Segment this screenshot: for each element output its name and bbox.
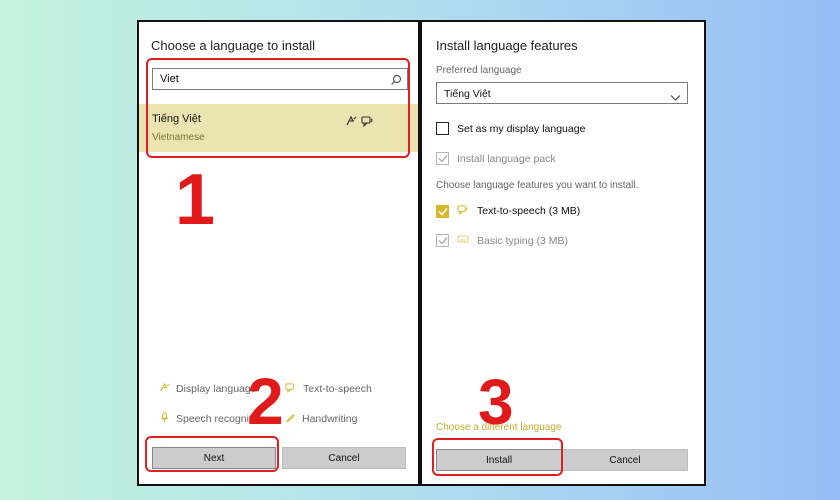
features-instruction: Choose language features you want to ins… xyxy=(436,180,639,191)
dialog-title: Choose a language to install xyxy=(151,38,316,53)
step-number-3: 3 xyxy=(478,366,514,438)
basic-typing-option: Basic typing (3 MB) xyxy=(436,234,568,247)
feature-display-language: Display language xyxy=(159,382,257,396)
language-pack-option: Install language pack xyxy=(436,152,556,165)
preferred-language-select[interactable]: Tiếng Việt xyxy=(436,82,688,104)
text-to-speech-option[interactable]: Text-to-speech (3 MB) xyxy=(436,204,580,218)
preferred-language-value: Tiếng Việt xyxy=(444,88,491,100)
preferred-language-label: Preferred language xyxy=(436,65,522,76)
keyboard-icon xyxy=(457,234,469,247)
dialog-title: Install language features xyxy=(436,38,578,53)
handwriting-icon xyxy=(285,412,296,426)
display-language-icon xyxy=(159,382,170,396)
basic-typing-checkbox xyxy=(436,234,449,247)
step-number-1: 1 xyxy=(175,160,216,240)
next-button-highlight-outline xyxy=(145,436,279,472)
search-result-highlight-outline xyxy=(146,58,410,158)
cancel-button[interactable]: Cancel xyxy=(282,447,406,469)
feature-text-to-speech: Text-to-speech xyxy=(285,382,372,396)
text-to-speech-icon xyxy=(285,382,297,396)
text-to-speech-icon xyxy=(457,204,469,218)
feature-handwriting: Handwriting xyxy=(285,412,357,426)
display-language-checkbox[interactable] xyxy=(436,122,449,135)
install-language-features-dialog: Install language features Preferred lang… xyxy=(420,20,706,486)
install-button-highlight-outline xyxy=(432,438,563,476)
language-features-legend: Display language Text-to-speech Speech r… xyxy=(159,382,409,434)
speech-recognition-icon xyxy=(159,412,170,426)
cancel-button[interactable]: Cancel xyxy=(562,449,688,471)
display-language-option[interactable]: Set as my display language xyxy=(436,122,585,135)
step-number-2: 2 xyxy=(247,364,284,438)
language-pack-checkbox xyxy=(436,152,449,165)
text-to-speech-checkbox[interactable] xyxy=(436,204,449,218)
chevron-down-icon xyxy=(670,89,681,107)
